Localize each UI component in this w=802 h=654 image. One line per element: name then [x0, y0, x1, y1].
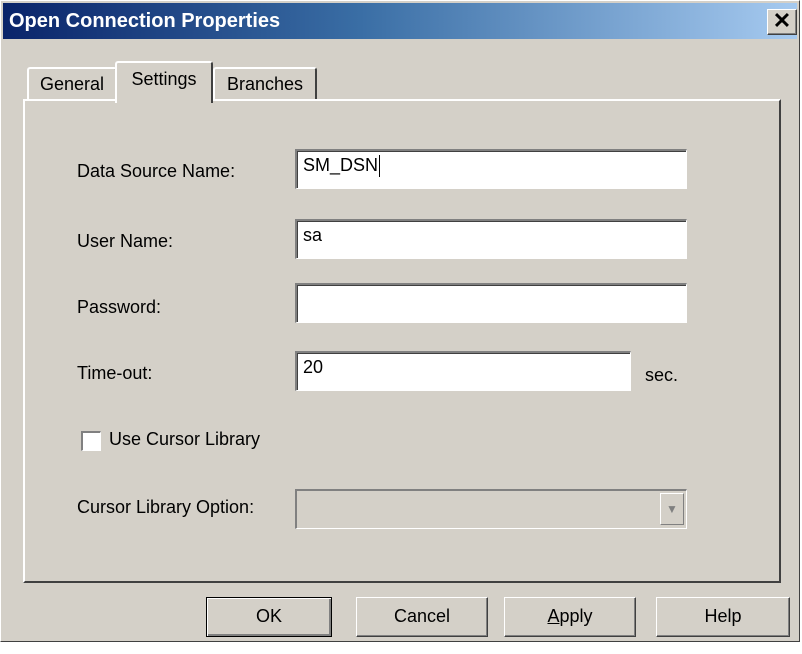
cursor-option-label: Cursor Library Option: [77, 497, 255, 517]
dsn-input[interactable]: SM_DSN [295, 149, 687, 189]
cursor-option-select: ▼ [295, 489, 687, 529]
password-label: Password: [77, 297, 162, 317]
timeout-unit: sec. [645, 365, 679, 385]
user-name-input[interactable]: sa [295, 219, 687, 259]
timeout-value: 20 [303, 357, 324, 377]
cancel-button[interactable]: Cancel [356, 597, 488, 637]
use-cursor-library-checkbox[interactable] [81, 431, 101, 451]
close-button[interactable]: ✕ [767, 9, 797, 35]
tab-branches-label: Branches [226, 74, 304, 94]
properties-dialog: Open Connection Properties ✕ General Set… [0, 0, 800, 642]
tab-settings[interactable]: Settings [115, 61, 213, 103]
tab-general[interactable]: General [27, 67, 117, 101]
title-bar[interactable]: Open Connection Properties ✕ [3, 3, 797, 39]
settings-panel: Data Source Name: SM_DSN User Name: sa P… [23, 99, 781, 583]
password-input[interactable] [295, 283, 687, 323]
tab-settings-label: Settings [131, 69, 197, 89]
user-name-label: User Name: [77, 231, 174, 251]
apply-button[interactable]: Apply [504, 597, 636, 637]
dsn-value: SM_DSN [303, 155, 379, 175]
timeout-input[interactable]: 20 [295, 351, 631, 391]
text-caret [379, 155, 381, 178]
timeout-label: Time-out: [77, 363, 153, 383]
chevron-down-icon: ▼ [660, 493, 684, 525]
ok-button[interactable]: OK [206, 597, 332, 637]
dsn-label: Data Source Name: [77, 161, 236, 181]
tab-branches[interactable]: Branches [213, 67, 317, 101]
window-title: Open Connection Properties [9, 10, 281, 32]
user-name-value: sa [303, 225, 323, 245]
help-button[interactable]: Help [656, 597, 790, 637]
close-icon: ✕ [772, 8, 792, 33]
use-cursor-library-label[interactable]: Use Cursor Library [109, 429, 260, 450]
tab-general-label: General [39, 74, 105, 94]
